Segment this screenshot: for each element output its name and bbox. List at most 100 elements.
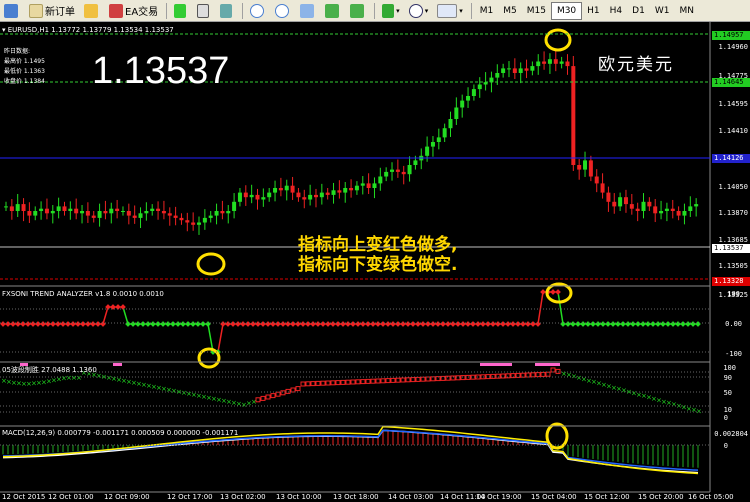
new-order-button[interactable]: 新订单 [25,2,79,20]
bar-chart-button[interactable] [170,2,192,20]
wave-top-band [480,363,512,366]
candle-body [354,185,359,191]
new-chart-button[interactable] [0,2,24,20]
candle-body [442,128,447,138]
candle-body [606,192,611,202]
wave-marker [375,378,381,384]
trend-dot [95,321,101,327]
candle-body [21,204,26,211]
periods-button[interactable]: ▾ [405,2,433,20]
templates-button[interactable]: ▾ [433,2,467,20]
candle-body [44,208,49,214]
tf-d1[interactable]: D1 [627,2,650,20]
trend-dot [530,321,536,327]
trend-dot [595,321,601,327]
trend-dot [230,321,236,327]
trend-dot [90,321,96,327]
time-axis-label: 16 Oct 05:00 [688,493,734,501]
trend-dot [310,321,316,327]
trend-dot [240,321,246,327]
candle-body [74,208,79,214]
trend-dot [500,321,506,327]
trend-dot [515,321,521,327]
candle-body [553,59,558,64]
candle-body [278,188,283,191]
trend-dot [660,321,666,327]
wave-marker [455,375,461,381]
trend-dot [450,321,456,327]
price-axis-label: 1.13685 [718,236,748,244]
price-axis-label: 1.14050 [718,183,748,191]
tf-m5[interactable]: M5 [498,2,522,20]
zoom-out-button[interactable] [271,2,295,20]
trend-dot [495,321,501,327]
candle-chart-button[interactable] [193,2,215,20]
wave-marker [265,394,271,400]
candle-body [588,160,593,177]
ind2-axis-label: 10 [723,406,732,414]
trend-dot [70,321,76,327]
trend-dot [400,321,406,327]
candle-body [583,160,588,170]
tf-h4[interactable]: H4 [605,2,628,20]
info-line: 收盘价 1.1384 [4,78,45,85]
trend-dot [320,321,326,327]
candle-body [694,204,699,207]
trend-dot [620,321,626,327]
candle-body [115,208,120,211]
trend-dot [60,321,66,327]
trend-dot [345,321,351,327]
tf-m1[interactable]: M1 [475,2,499,20]
tf-w1[interactable]: W1 [650,2,675,20]
wave-marker [295,386,301,392]
trend-dot [160,321,166,327]
candle-body [571,66,576,165]
candle-body [612,201,617,207]
chart-shift-button[interactable] [346,2,370,20]
candle-body [647,201,652,207]
line-chart-button[interactable] [216,2,238,20]
trend-dot [645,321,651,327]
candle-body [653,206,658,214]
tf-m15[interactable]: M15 [522,2,551,20]
candle-body [495,73,500,78]
time-axis-label: 12 Oct 17:00 [167,493,213,501]
price-axis-label: 1.14410 [718,127,748,135]
candle-body [413,160,418,165]
trend-dot [695,321,701,327]
candle-body [290,185,295,193]
indicators-button[interactable]: ▾ [378,2,404,20]
trend-dot [300,321,306,327]
toolbar-separator [242,2,244,19]
candle-body [267,192,272,198]
symbol-line: EURUSD,H1 1.13772 1.13779 1.13534 1.1353… [7,26,174,34]
symbol-header: ▾ EURUSD,H1 1.13772 1.13779 1.13534 1.13… [2,26,174,34]
zoom-in-button[interactable] [246,2,270,20]
candle-body [477,84,482,90]
trend-dot [220,321,226,327]
trend-dot [295,321,301,327]
candle-body [337,190,342,193]
tf-h1[interactable]: H1 [582,2,605,20]
wave-marker [285,388,291,394]
candle-body [191,222,196,225]
scroll-chart-button[interactable] [321,2,345,20]
tf-m30[interactable]: M30 [550,1,583,20]
candle-body [559,61,564,64]
wave-marker [275,391,281,397]
candle-body [635,208,640,211]
trend-dot [565,321,571,327]
metaeditor-button[interactable] [80,2,104,20]
trend-dot [145,321,151,327]
wave-marker [545,371,551,377]
tile-windows-button[interactable] [296,2,320,20]
wave-marker [425,376,431,382]
wave-marker [395,377,401,383]
wave-marker [365,378,371,384]
ind1-axis-label: 100 [727,290,740,298]
trend-dot [550,289,556,295]
ea-trade-button[interactable]: EA交易 [105,2,162,20]
trend-dot [655,321,661,327]
tf-mn[interactable]: MN [674,2,699,20]
ind2-axis-label: 90 [723,374,732,382]
